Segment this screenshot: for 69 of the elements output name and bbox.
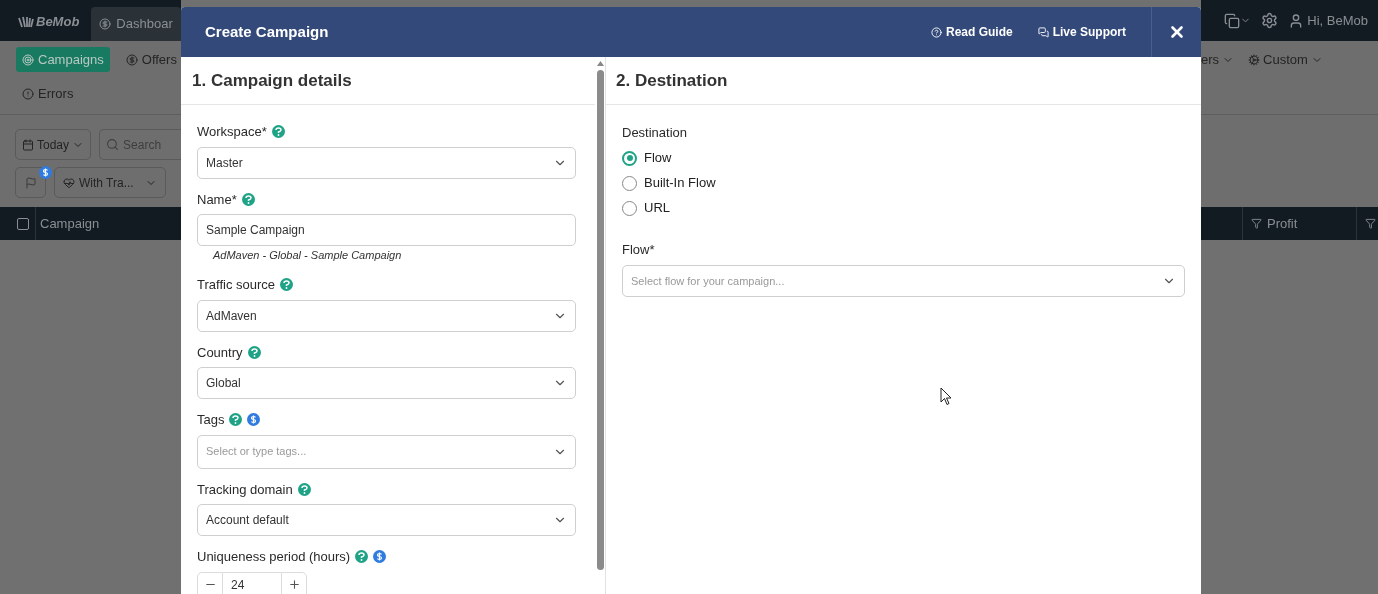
input-field[interactable]: Sample Campaign (197, 214, 576, 246)
section-title: 2. Destination (606, 57, 1201, 105)
select-field[interactable]: Master (197, 146, 576, 179)
menu-tab[interactable]: Offers (119, 47, 183, 72)
select-field[interactable]: Select flow for your campaign... (622, 265, 1185, 297)
field-label: Country (197, 343, 243, 362)
cursor-icon (940, 387, 952, 406)
radio-button[interactable] (622, 150, 637, 166)
help-icon[interactable] (297, 482, 311, 496)
field-label: Name* (197, 190, 237, 209)
plus-icon (287, 578, 301, 591)
menu-dropdown[interactable]: ers (1201, 49, 1235, 71)
copy-icon (1224, 12, 1241, 29)
select-field[interactable]: Account default (197, 504, 576, 536)
filter-icon (1365, 218, 1376, 229)
radio-label[interactable]: Built-In Flow (644, 173, 716, 193)
radio-label[interactable]: URL (644, 198, 670, 218)
dollar-badge-icon (39, 166, 52, 179)
column-header[interactable]: Profit (1242, 207, 1356, 240)
dollar-badge-icon (373, 550, 387, 564)
increment-button[interactable] (281, 571, 307, 594)
field-label: Tracking domain (197, 480, 293, 499)
help-icon[interactable] (241, 192, 255, 206)
settings-icon (1261, 12, 1279, 29)
chat-icon (1037, 26, 1049, 38)
number-field[interactable]: 24 (223, 571, 281, 594)
dollar-badge-icon (247, 413, 261, 427)
column-header[interactable]: Campaign (35, 207, 100, 240)
filter-dropdown[interactable]: With Tra... (54, 167, 166, 198)
field-label: Traffic source (197, 276, 276, 294)
modal-title: Create Campaign (205, 21, 330, 42)
field-label: Uniqueness period (hours) (197, 548, 351, 566)
user-greeting[interactable]: Hi, BeMob (1307, 10, 1368, 31)
name-preview-text: AdMaven - Global - Sample Campaign (213, 248, 403, 263)
menu-tab[interactable]: Errors (16, 82, 80, 106)
help-icon (930, 26, 942, 38)
support-link[interactable]: Live Support (1037, 23, 1126, 41)
help-icon[interactable] (247, 345, 261, 359)
select-field[interactable]: AdMaven (197, 299, 576, 332)
field-label: Workspace* (197, 123, 267, 141)
logo-text: BeMob (36, 13, 80, 32)
help-icon[interactable] (271, 125, 285, 139)
menu-dropdown[interactable]: Custom (1248, 49, 1323, 71)
radio-label[interactable]: Flow (644, 148, 672, 168)
select-field[interactable]: Select or type tags... (197, 434, 576, 469)
filter-icon (1251, 218, 1262, 229)
date-button[interactable]: Today (15, 129, 92, 160)
help-icon[interactable] (280, 278, 294, 292)
select-field[interactable]: Global (197, 367, 576, 399)
calendar-icon (22, 138, 34, 151)
nav-tab[interactable]: Dashboar (91, 7, 181, 41)
section-title: 1. Campaign details (181, 57, 595, 105)
heart-icon (63, 176, 75, 189)
cogs-icon (1248, 54, 1261, 66)
target-icon (22, 53, 34, 66)
scroll-up-icon (596, 61, 604, 66)
help-icon[interactable] (355, 550, 369, 564)
field-label: Flow* (622, 240, 656, 259)
field-label: Tags (197, 411, 225, 429)
checkbox[interactable] (17, 217, 29, 230)
guide-link[interactable]: Read Guide (930, 23, 1013, 41)
logo-icon (18, 16, 34, 28)
flag-icon (24, 176, 37, 189)
alert-icon (22, 88, 34, 100)
search-icon (106, 138, 120, 151)
coin-icon (125, 53, 138, 66)
menu-tab[interactable]: Campaigns (16, 47, 110, 72)
help-icon[interactable] (229, 413, 243, 427)
field-label: Destination (622, 124, 689, 142)
